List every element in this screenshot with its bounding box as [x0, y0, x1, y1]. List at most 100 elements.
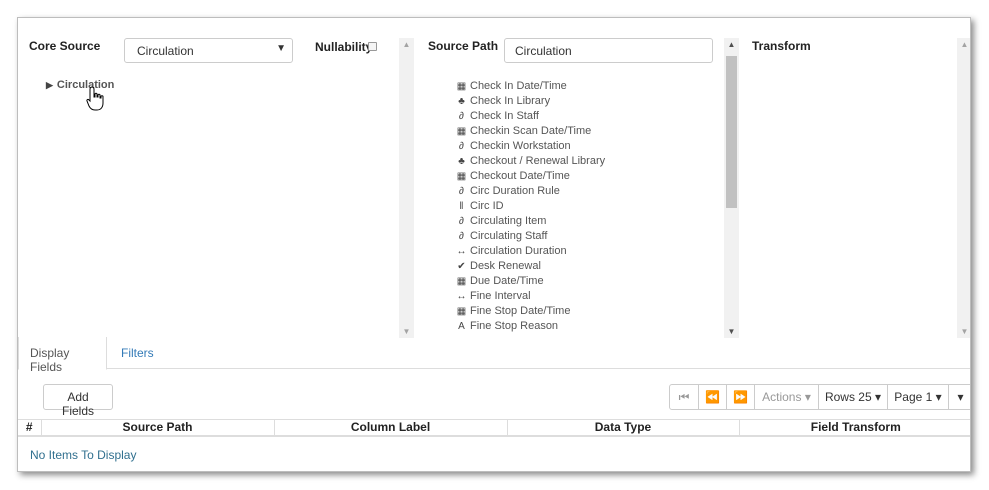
- actions-label: Actions: [762, 390, 802, 404]
- first-page-icon[interactable]: ⏮: [669, 384, 699, 410]
- scroll-down-arrow-icon[interactable]: ▼: [399, 327, 414, 336]
- column-header-source-path[interactable]: Source Path: [41, 419, 275, 437]
- scroll-up-arrow-icon[interactable]: ▲: [724, 40, 739, 49]
- source-path-field-item[interactable]: ♣ Checkout / Renewal Library: [455, 154, 605, 169]
- nullability-label: Nullability: [315, 40, 373, 54]
- field-label: Checkin Scan Date/Time: [470, 125, 592, 137]
- source-path-field-list: ▦ Check In Date/Time ♣ Check In Library ∂ Che…: [455, 79, 606, 334]
- field-label: Fine Stop Date/Time: [470, 305, 571, 317]
- source-path-field-item[interactable]: ∂ Check In Staff: [455, 109, 605, 124]
- source-path-field-item[interactable]: ▦ Check In Date/Time: [455, 79, 605, 94]
- display-fields-grid: # Source Path Column Label Data Type Fie…: [18, 419, 970, 437]
- source-path-field-item[interactable]: ↔ Fine Interval: [455, 289, 605, 304]
- column-header-column-label[interactable]: Column Label: [274, 419, 508, 437]
- source-path-field-item[interactable]: A Fine Stop Reason: [455, 319, 605, 334]
- caret-down-icon: ▾: [875, 390, 882, 404]
- calendar-icon: ▦: [456, 126, 467, 137]
- field-label: Checkout Date/Time: [470, 170, 570, 182]
- tab-display-fields[interactable]: Display Fields: [18, 337, 107, 374]
- barcode-icon: ‖: [459, 201, 464, 212]
- interval-icon: ↔: [456, 246, 467, 257]
- nullability-checkbox[interactable]: [368, 42, 377, 51]
- expand-triangle-icon[interactable]: ▶: [46, 80, 53, 90]
- caret-down-icon: ▾: [804, 390, 811, 404]
- column-options-dropdown[interactable]: ▾: [948, 384, 970, 410]
- chevron-down-icon: ▼: [276, 43, 286, 54]
- field-label: Circ Duration Rule: [470, 185, 560, 197]
- field-label: Desk Renewal: [470, 260, 541, 272]
- calendar-icon: ▦: [456, 171, 467, 182]
- field-label: Fine Stop Reason: [470, 320, 559, 332]
- source-path-field-item[interactable]: ▦ Checkin Scan Date/Time: [455, 124, 605, 139]
- link-icon: ∂: [459, 141, 464, 152]
- field-label: Circulating Staff: [470, 230, 548, 242]
- caret-down-icon: ▾: [935, 390, 942, 404]
- rows-dropdown[interactable]: Rows 25 ▾: [818, 384, 888, 410]
- empty-grid-message: No Items To Display: [30, 448, 137, 462]
- calendar-icon: ▦: [456, 81, 467, 92]
- core-source-scrollbar[interactable]: ▲ ▼: [399, 38, 414, 338]
- core-source-header: Core Source: [29, 39, 101, 53]
- column-header-field-transform[interactable]: Field Transform: [739, 419, 970, 437]
- link-icon: ∂: [459, 231, 464, 242]
- field-label: Check In Staff: [470, 110, 539, 122]
- report-template-editor: Core Source Circulation ▼ ▶ Circulation N…: [17, 17, 971, 472]
- core-source-selected-value: Circulation: [137, 44, 194, 58]
- field-label: Checkin Workstation: [470, 140, 571, 152]
- interval-icon: ↔: [456, 291, 467, 302]
- link-icon: ∂: [459, 216, 464, 227]
- field-label: Due Date/Time: [470, 275, 544, 287]
- scroll-down-arrow-icon[interactable]: ▼: [724, 327, 739, 336]
- tab-filters[interactable]: Filters: [110, 337, 165, 370]
- rows-label: Rows 25: [824, 390, 872, 404]
- source-path-header: Source Path: [428, 39, 499, 53]
- field-label: Circulation Duration: [470, 245, 567, 257]
- link-icon: ∂: [459, 111, 464, 122]
- source-path-field-item[interactable]: ‖ Circ ID: [455, 199, 605, 214]
- add-fields-button[interactable]: Add Fields: [43, 384, 113, 418]
- scrollbar-thumb[interactable]: [726, 56, 737, 208]
- scroll-up-arrow-icon[interactable]: ▲: [399, 40, 414, 49]
- previous-page-icon[interactable]: ⏪: [698, 384, 727, 410]
- field-label: Circulating Item: [470, 215, 547, 227]
- bottom-panel: Display Fields Filters Add Fields ⏮ ⏪ ⏩ …: [18, 337, 970, 471]
- scroll-up-arrow-icon[interactable]: ▲: [957, 40, 970, 49]
- column-header-index[interactable]: #: [18, 419, 42, 437]
- column-header-data-type[interactable]: Data Type: [507, 419, 740, 437]
- link-icon: ∂: [459, 186, 464, 197]
- source-path-field-item[interactable]: ♣ Check In Library: [455, 94, 605, 109]
- calendar-icon: ▦: [456, 276, 467, 287]
- scroll-down-arrow-icon[interactable]: ▼: [957, 327, 970, 336]
- source-path-field-item[interactable]: ▦ Fine Stop Date/Time: [455, 304, 605, 319]
- text-icon: A: [458, 321, 465, 332]
- actions-dropdown[interactable]: Actions ▾: [754, 384, 819, 410]
- page-dropdown[interactable]: Page 1 ▾: [887, 384, 949, 410]
- source-path-field-item[interactable]: ∂ Circ Duration Rule: [455, 184, 605, 199]
- source-path-field-item[interactable]: ∂ Checkin Workstation: [455, 139, 605, 154]
- hand-pointer-icon: [86, 86, 104, 111]
- source-path-field-item[interactable]: ▦ Due Date/Time: [455, 274, 605, 289]
- tree-icon: ♣: [458, 96, 465, 107]
- source-path-field-item[interactable]: ↔ Circulation Duration: [455, 244, 605, 259]
- next-page-icon[interactable]: ⏩: [726, 384, 755, 410]
- field-label: Circ ID: [470, 200, 504, 212]
- calendar-icon: ▦: [456, 306, 467, 317]
- source-path-field-item[interactable]: ∂ Circulating Item: [455, 214, 605, 229]
- transform-header: Transform: [752, 39, 811, 53]
- field-label: Checkout / Renewal Library: [470, 155, 606, 167]
- source-path-scrollbar[interactable]: ▲ ▼: [724, 38, 739, 338]
- tree-icon: ♣: [458, 156, 465, 167]
- caret-down-icon: ▾: [957, 390, 964, 404]
- field-label: Fine Interval: [470, 290, 531, 302]
- field-label: Check In Library: [470, 95, 551, 107]
- check-circle-icon: ✔: [457, 261, 466, 272]
- page-label: Page 1: [894, 390, 933, 404]
- source-path-field-item[interactable]: ▦ Checkout Date/Time: [455, 169, 605, 184]
- source-path-field-item[interactable]: ∂ Circulating Staff: [455, 229, 605, 244]
- source-path-field-item[interactable]: ✔ Desk Renewal: [455, 259, 605, 274]
- source-path-search-input[interactable]: Circulation: [504, 38, 713, 63]
- field-label: Check In Date/Time: [470, 80, 567, 92]
- core-source-select[interactable]: Circulation ▼: [124, 38, 293, 63]
- transform-scrollbar[interactable]: ▲ ▼: [957, 38, 970, 338]
- tab-bar: Display Fields Filters: [18, 337, 970, 374]
